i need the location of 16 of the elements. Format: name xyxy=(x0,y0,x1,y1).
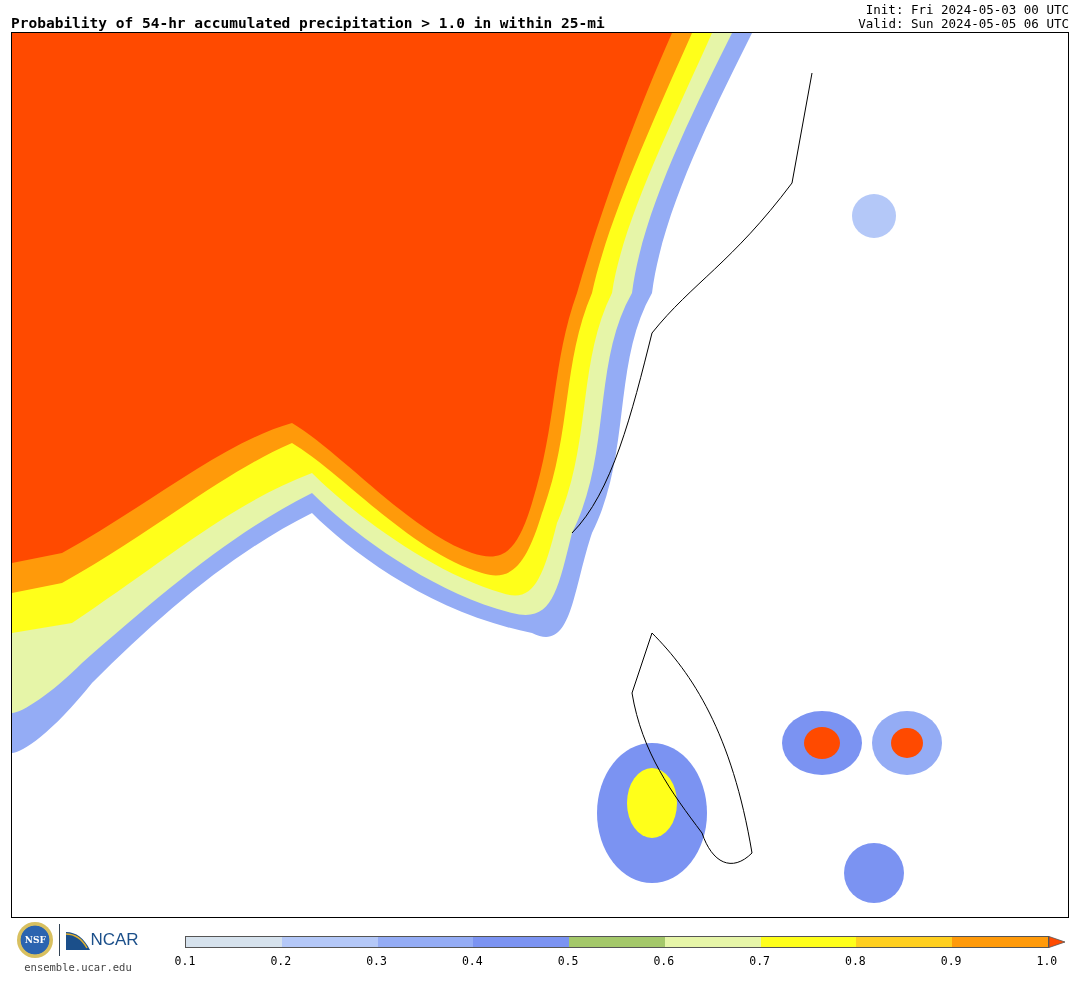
tick-label: 0.4 xyxy=(460,954,484,968)
tick-label: 0.1 xyxy=(173,954,197,968)
tick-label: 0.3 xyxy=(365,954,388,968)
tick-label: 0.7 xyxy=(748,954,771,968)
website-url: ensemble.ucar.edu xyxy=(24,961,132,973)
chart-title: Probability of 54-hr accumulated precipitation > 1.0 in within 25-mi xyxy=(11,15,605,31)
tick-label: 0.8 xyxy=(843,954,867,968)
tick-label: 0.2 xyxy=(269,954,293,968)
tick-label: 0.9 xyxy=(939,954,963,968)
tick-label: 1.0 xyxy=(1035,954,1059,968)
init-time: Init: Fri 2024-05-03 00 UTC xyxy=(865,3,1069,17)
tick-label: 0.5 xyxy=(556,954,580,968)
nsf-logo: NSF xyxy=(17,922,54,958)
ncar-logo: NCAR xyxy=(66,930,139,950)
valid-time: Valid: Sun 2024-05-05 06 UTC xyxy=(858,17,1069,31)
tick-label: 0.6 xyxy=(652,954,676,968)
